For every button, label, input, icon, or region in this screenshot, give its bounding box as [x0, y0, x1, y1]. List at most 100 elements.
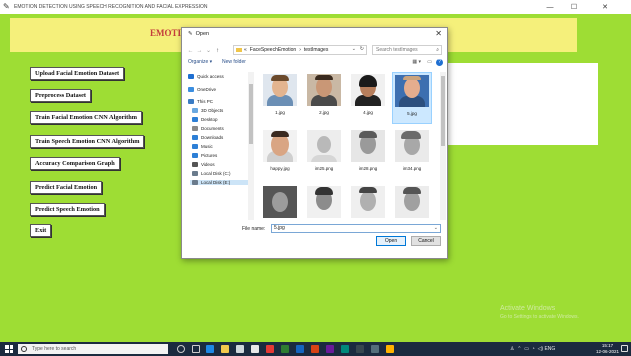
chevron-down-icon[interactable]: ⌄: [352, 46, 356, 52]
organize-menu[interactable]: Organize ▾: [188, 59, 212, 65]
recent-locations-icon[interactable]: ⌄: [204, 47, 213, 54]
predict-facial-emotion-button[interactable]: Predict Facial Emotion: [30, 181, 103, 194]
taskbar-clock[interactable]: 15:17 12-06-2021: [596, 343, 619, 355]
nav-item-local-disk-c[interactable]: Local Disk (C:): [192, 171, 231, 176]
file-name-input[interactable]: 5.jpg ⌄: [271, 224, 441, 233]
up-arrow-icon[interactable]: ↑: [213, 48, 222, 54]
preprocess-dataset-button[interactable]: Preprocess Dataset: [30, 89, 92, 102]
back-arrow-icon[interactable]: ←: [186, 48, 195, 54]
notification-icon[interactable]: [621, 345, 628, 352]
chevron-up-icon[interactable]: ⌃: [517, 346, 524, 352]
store-icon[interactable]: [236, 345, 244, 353]
nav-item-onedrive[interactable]: OneDrive: [188, 87, 216, 92]
file-item[interactable]: happy.jpg: [260, 128, 300, 180]
nav-item-label: 3D Objects: [201, 108, 224, 113]
path-prefix: «: [244, 47, 247, 53]
python-icon[interactable]: [386, 345, 394, 353]
nav-item-music[interactable]: Music: [192, 144, 213, 149]
file-item[interactable]: [304, 184, 344, 220]
nav-item-label: Downloads: [201, 135, 224, 140]
file-item[interactable]: [348, 184, 388, 220]
nav-item-documents[interactable]: Documents: [192, 126, 224, 131]
dialog-close-button[interactable]: ✕: [435, 29, 442, 38]
view-options-icon[interactable]: ▦ ▾: [412, 59, 421, 65]
battery-icon[interactable]: ▭: [524, 346, 532, 352]
nav-item-this-pc[interactable]: This PC: [188, 99, 213, 104]
nav-item-desktop[interactable]: Desktop: [192, 117, 218, 122]
app-icon[interactable]: [326, 345, 334, 353]
star-icon: [188, 74, 194, 79]
nav-item-label: Desktop: [201, 117, 218, 122]
edge-icon[interactable]: [206, 345, 214, 353]
search-icon: ⌕: [436, 47, 439, 53]
language-indicator[interactable]: ENG: [544, 346, 555, 352]
taskbar-search-placeholder: Type here to search: [32, 346, 77, 352]
nav-item-label: Videos: [201, 162, 215, 167]
scrollbar-thumb[interactable]: [249, 84, 253, 144]
file-item-selected[interactable]: 5.jpg: [392, 72, 432, 124]
excel-icon[interactable]: [281, 345, 289, 353]
predict-speech-emotion-button[interactable]: Predict Speech Emotion: [30, 203, 105, 216]
chevron-down-icon[interactable]: ⌄: [434, 225, 438, 232]
volume-icon[interactable]: ◁): [538, 346, 545, 352]
windows-start-icon[interactable]: [5, 345, 13, 353]
file-item[interactable]: [260, 184, 300, 220]
taskbar-search-input[interactable]: Type here to search: [18, 344, 168, 354]
app-icon[interactable]: [371, 345, 379, 353]
activation-watermark: Activate Windows Go to Settings to activ…: [500, 305, 579, 321]
exit-button[interactable]: Exit: [30, 224, 52, 237]
search-input[interactable]: Search testImages ⌕: [372, 45, 442, 55]
address-bar[interactable]: « FaceSpeechEmotion › testImages ⌄ ↻: [233, 45, 367, 55]
nav-item-local-disk-e[interactable]: Local Disk (E:): [190, 180, 248, 185]
file-grid-scrollbar[interactable]: [440, 72, 446, 220]
video-icon: [192, 162, 198, 167]
file-item[interactable]: im34.png: [392, 128, 432, 180]
train-facial-cnn-button[interactable]: Train Facial Emotion CNN Algorithm: [30, 111, 143, 124]
nav-item-3d-objects[interactable]: 3D Objects: [192, 108, 223, 113]
breadcrumb-item[interactable]: testImages: [304, 47, 328, 53]
app-icon[interactable]: [356, 345, 364, 353]
cortana-icon[interactable]: [177, 345, 185, 353]
forward-arrow-icon[interactable]: →: [195, 48, 204, 54]
task-view-icon[interactable]: [192, 345, 200, 353]
cancel-button[interactable]: Cancel: [411, 236, 441, 246]
help-icon[interactable]: ?: [436, 59, 443, 66]
refresh-icon[interactable]: ↻: [360, 46, 364, 52]
cloud-icon: [188, 87, 194, 92]
close-button[interactable]: ✕: [596, 0, 614, 14]
preview-pane-icon[interactable]: ▭: [427, 59, 432, 65]
new-folder-button[interactable]: New folder: [222, 59, 246, 65]
train-speech-cnn-button[interactable]: Train Speech Emotion CNN Algorithm: [30, 135, 145, 148]
nav-item-downloads[interactable]: Downloads: [192, 135, 223, 140]
people-icon[interactable]: ♙: [510, 346, 517, 352]
file-item[interactable]: im28.png: [348, 128, 388, 180]
nav-item-quick-access[interactable]: Quick access: [188, 74, 224, 79]
app-icon[interactable]: [341, 345, 349, 353]
nav-item-pictures[interactable]: Pictures: [192, 153, 217, 158]
file-item[interactable]: im25.png: [304, 128, 344, 180]
breadcrumb-item[interactable]: FaceSpeechEmotion: [250, 47, 296, 53]
music-icon: [192, 144, 198, 149]
nav-pane-scrollbar[interactable]: [248, 72, 254, 220]
maximize-button[interactable]: ☐: [565, 0, 583, 14]
scrollbar-thumb[interactable]: [441, 76, 445, 146]
powerpoint-icon[interactable]: [311, 345, 319, 353]
output-text-area[interactable]: [424, 63, 598, 145]
clock-date: 12-06-2021: [596, 349, 620, 354]
accuracy-graph-button[interactable]: Accuracy Comparison Graph: [30, 157, 120, 170]
minimize-button[interactable]: —: [541, 0, 559, 14]
file-name-label: File name:: [242, 226, 266, 232]
word-icon[interactable]: [296, 345, 304, 353]
open-button[interactable]: Open: [376, 236, 406, 246]
breadcrumb-separator: ›: [299, 47, 301, 53]
file-item[interactable]: [392, 184, 432, 220]
notepad-icon[interactable]: [251, 345, 259, 353]
file-explorer-icon[interactable]: [221, 345, 229, 353]
chrome-icon[interactable]: [266, 345, 274, 353]
upload-dataset-button[interactable]: Upload Facial Emotion Dataset: [30, 67, 125, 80]
file-item[interactable]: 2.jpg: [304, 72, 344, 124]
navigation-pane: Quick access OneDrive This PC 3D Objects…: [186, 72, 248, 220]
nav-item-videos[interactable]: Videos: [192, 162, 215, 167]
file-item[interactable]: 1.jpg: [260, 72, 300, 124]
file-item[interactable]: 4.jpg: [348, 72, 388, 124]
